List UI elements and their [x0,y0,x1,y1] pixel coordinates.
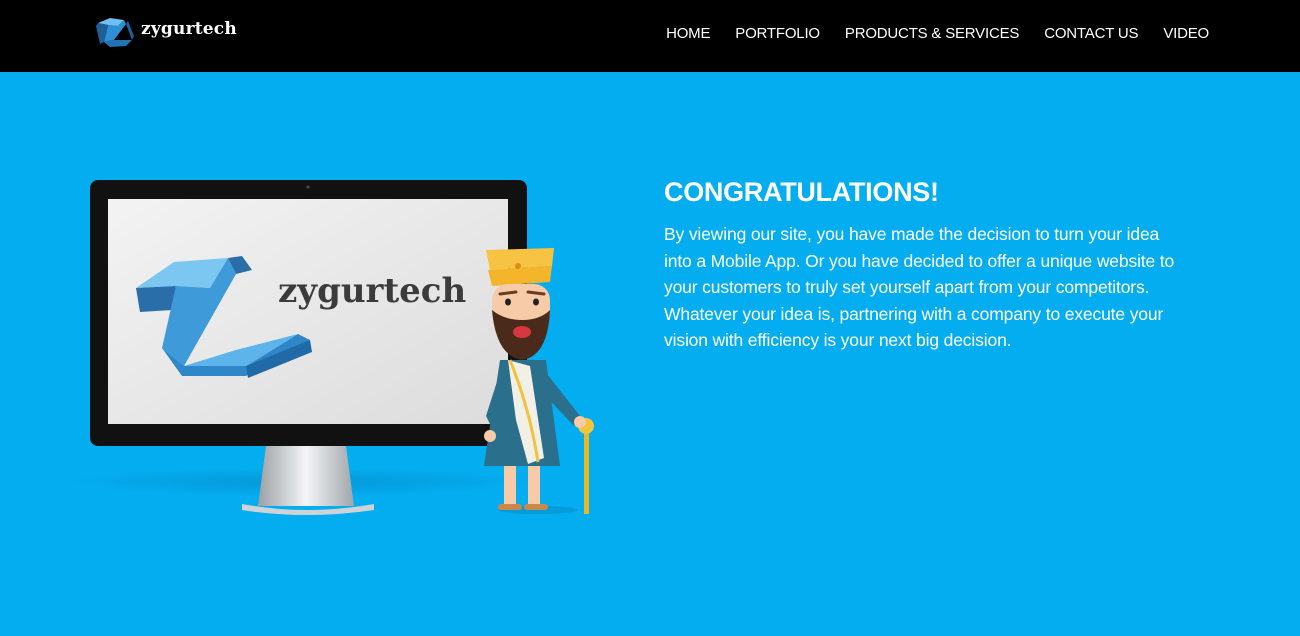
king-character-illustration [484,248,594,514]
hero-body-text: By viewing our site, you have made the d… [664,224,1175,350]
monitor-stand [258,446,354,506]
nav-item-portfolio: PORTFOLIO [735,24,820,44]
nav-item-home: HOME [666,24,710,44]
nav-item-video: VIDEO [1163,24,1209,44]
zygurtech-logo-icon [96,18,134,47]
monitor-illustration: zygurtech [90,180,527,515]
hero-illustration: zygurtech [70,180,594,515]
brand-logo-link[interactable]: zygurtech [96,14,237,54]
staff [584,426,589,514]
nav-link-products-services[interactable]: PRODUCTS & SERVICES [845,25,1019,42]
nav-link-home[interactable]: HOME [666,25,710,42]
nav-item-contact-us: CONTACT US [1044,24,1138,44]
screen-logo-text: zygurtech [278,271,466,311]
monitor-camera [306,185,310,189]
hero-text-section: CONGRATULATIONS! By viewing our site, yo… [664,176,1204,354]
brand-name: zygurtech [141,19,237,39]
page: zygurtech HOME PORTFOLIO PRODUCTS & SERV… [0,0,1300,636]
nav-link-contact-us[interactable]: CONTACT US [1044,25,1138,42]
nav-link-portfolio[interactable]: PORTFOLIO [735,25,820,42]
monitor-screen [108,199,508,424]
hero-title: CONGRATULATIONS! [664,177,939,207]
main-nav: HOME PORTFOLIO PRODUCTS & SERVICES CONTA… [666,24,1209,44]
nav-item-products-services: PRODUCTS & SERVICES [845,24,1019,44]
top-navbar: zygurtech HOME PORTFOLIO PRODUCTS & SERV… [0,0,1300,72]
nav-link-video[interactable]: VIDEO [1163,25,1209,42]
